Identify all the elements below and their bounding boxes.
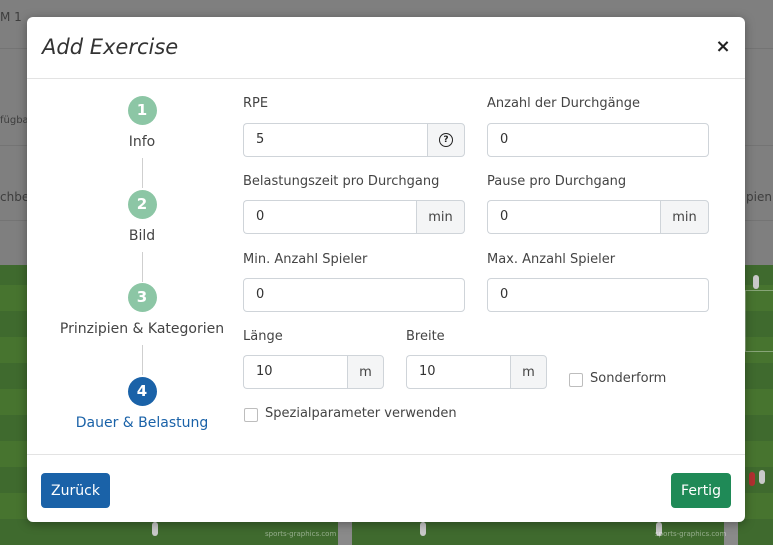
pitch-marking [745,290,773,352]
durchgaenge-input[interactable]: 0 [487,123,709,157]
step-label: Bild [128,228,156,244]
help-button[interactable]: ? [427,123,465,157]
background-label-text: fügba [0,115,29,126]
unit-addon: m [347,355,384,389]
player-figure [749,472,755,486]
max-spieler-input[interactable]: 0 [487,278,709,312]
laenge-input-group: 10 m [243,355,384,389]
player-figure [152,522,158,536]
step-number: 1 [127,96,157,125]
step-number: 2 [127,190,157,219]
unit-addon: min [660,200,709,234]
step-label: Info [128,134,156,150]
player-figure [753,275,759,289]
laenge-value: 10 [256,364,273,379]
background-column-text: chbe [0,190,30,204]
pause-input-group: 0 min [487,200,709,234]
pause-value: 0 [500,209,509,224]
rpe-value: 5 [256,132,265,147]
rpe-input[interactable]: 5 [243,123,427,157]
sonderform-checkbox[interactable] [569,373,583,387]
player-figure [759,470,765,484]
spezialparameter-label: Spezialparameter verwenden [265,406,457,421]
step-bild[interactable]: 2 Bild [52,190,232,244]
breite-input-group: 10 m [406,355,547,389]
background-tab-text: M 1 [0,10,22,24]
laenge-input[interactable]: 10 [243,355,347,389]
step-label: Dauer & Belastung [75,415,209,431]
step-label: Prinzipien & Kategorien [59,321,225,337]
belastungszeit-input-group: 0 min [243,200,465,234]
modal-title: Add Exercise [42,35,179,59]
add-exercise-modal: Add Exercise × 1 Info 2 Bild 3 Prinzipie… [27,17,745,522]
background-column-text: pien [746,190,772,204]
step-connector [142,158,143,188]
unit-addon: min [416,200,465,234]
breite-value: 10 [419,364,436,379]
step-dauer-belastung[interactable]: 4 Dauer & Belastung [52,377,232,431]
modal-footer: Zurück Fertig [27,454,745,523]
rpe-input-group: 5 ? [243,123,465,157]
question-mark-icon: ? [439,133,453,147]
step-info[interactable]: 1 Info [52,96,232,150]
close-button[interactable]: × [713,37,733,57]
watermark: sports-graphics.com [655,530,727,538]
max-spieler-value: 0 [500,287,509,302]
back-button[interactable]: Zurück [41,473,110,508]
breite-label: Breite [406,329,445,344]
min-spieler-label: Min. Anzahl Spieler [243,252,368,267]
pause-input[interactable]: 0 [487,200,660,234]
watermark: sports-graphics.com [265,530,337,538]
step-number: 4 [127,377,157,406]
min-spieler-value: 0 [256,287,265,302]
step-number: 3 [127,283,157,312]
belastungszeit-value: 0 [256,209,265,224]
player-figure [420,522,426,536]
rpe-label: RPE [243,96,269,111]
unit-addon: m [510,355,547,389]
done-button[interactable]: Fertig [671,473,731,508]
step-connector [142,252,143,282]
pause-label: Pause pro Durchgang [487,174,627,189]
belastungszeit-input[interactable]: 0 [243,200,416,234]
step-connector [142,345,143,375]
sonderform-label: Sonderform [590,371,667,386]
max-spieler-label: Max. Anzahl Spieler [487,252,616,267]
step-prinzipien-kategorien[interactable]: 3 Prinzipien & Kategorien [52,283,232,337]
breite-input[interactable]: 10 [406,355,510,389]
spezialparameter-checkbox[interactable] [244,408,258,422]
min-spieler-input[interactable]: 0 [243,278,465,312]
modal-header: Add Exercise × [27,17,745,79]
belastungszeit-label: Belastungszeit pro Durchgang [243,174,440,189]
durchgaenge-label: Anzahl der Durchgänge [487,96,641,111]
laenge-label: Länge [243,329,283,344]
durchgaenge-value: 0 [500,132,509,147]
